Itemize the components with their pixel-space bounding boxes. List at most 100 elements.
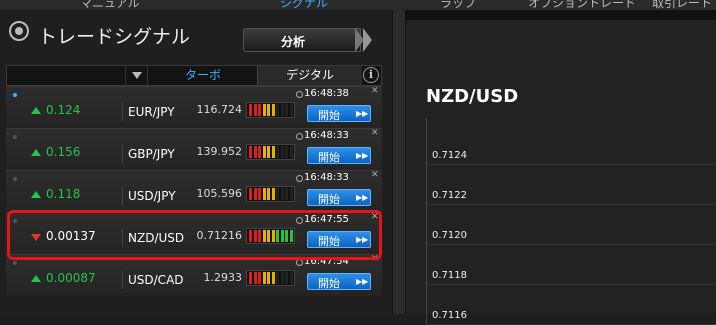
chart-panel: NZD/USD 0.7124 0.7122 0.7120 0.7118 0.7116 <box>406 10 716 325</box>
strength-bar <box>280 146 284 158</box>
strength-bar <box>285 146 288 158</box>
start-button[interactable]: 開始 ▶▶ <box>307 147 371 164</box>
strength-bar <box>262 272 266 284</box>
analyze-button[interactable]: 分析 <box>243 28 373 52</box>
tab-turbo[interactable]: ターボ <box>147 66 258 85</box>
grid-line <box>427 284 716 285</box>
signal-row-usd-cad[interactable]: 0.00087 USD/CAD 1.2933 16:47:54 ✕ 開始 ▶▶ <box>6 254 382 296</box>
strength-bar <box>267 104 270 116</box>
arrow-up-icon <box>31 275 41 282</box>
status-dot <box>13 93 17 97</box>
strength-bar <box>258 272 261 284</box>
strength-bar <box>271 146 275 158</box>
grid-line <box>427 204 716 205</box>
price-value: 1.2933 <box>203 271 243 284</box>
fast-forward-icon: ▶▶ <box>356 151 369 160</box>
strength-bar <box>258 104 261 116</box>
strength-bar <box>276 104 279 116</box>
chart-symbol: NZD/USD <box>426 86 519 107</box>
clock-icon <box>296 175 303 182</box>
strength-meter <box>246 186 295 202</box>
strength-bar <box>271 272 275 284</box>
signal-icon <box>9 21 29 41</box>
chart-plot-area[interactable]: 0.7124 0.7122 0.7120 0.7118 0.7116 <box>426 118 716 325</box>
filter-dropdown[interactable] <box>125 66 148 85</box>
strength-bar <box>249 104 252 116</box>
change-value: 0.118 <box>46 187 81 201</box>
start-label: 開始 <box>318 151 340 164</box>
start-button[interactable]: 開始 ▶▶ <box>307 105 371 122</box>
currency-pair: GBP/JPY <box>122 145 196 163</box>
strength-bar <box>276 188 279 200</box>
close-icon[interactable]: ✕ <box>371 128 379 138</box>
info-icon[interactable]: i <box>363 67 379 83</box>
price-value: 105.596 <box>196 187 243 200</box>
strength-bar <box>280 272 284 284</box>
signal-row-eur-jpy[interactable]: 0.124 EUR/JPY 116.724 16:48:38 ✕ 開始 ▶▶ <box>6 86 382 128</box>
arrow-up-icon <box>31 149 41 156</box>
selected-row-highlight <box>7 210 382 260</box>
signal-row-gbp-jpy[interactable]: 0.156 GBP/JPY 139.952 16:48:33 ✕ 開始 ▶▶ <box>6 128 382 170</box>
signal-header: ターボ デジタル i <box>6 65 382 86</box>
analyze-label: 分析 <box>280 35 305 49</box>
arrow-up-icon <box>31 107 41 114</box>
strength-bar <box>258 146 261 158</box>
strength-bar <box>271 104 275 116</box>
y-tick-label: 0.7116 <box>432 310 467 321</box>
strength-bar <box>249 188 252 200</box>
strength-bar <box>262 188 266 200</box>
strength-bar <box>276 146 279 158</box>
strength-bar <box>253 272 257 284</box>
strength-bar <box>253 104 257 116</box>
start-label: 開始 <box>318 277 340 290</box>
change-value: 0.124 <box>46 103 81 117</box>
currency-pair: EUR/JPY <box>122 103 196 121</box>
currency-pair: USD/CAD <box>122 271 196 289</box>
strength-bar <box>249 146 252 158</box>
signal-time: 16:48:38 <box>304 88 349 99</box>
panel-divider[interactable] <box>392 10 406 314</box>
strength-bar <box>253 146 257 158</box>
strength-meter <box>246 270 295 286</box>
strength-bar <box>285 104 288 116</box>
clock-icon <box>296 91 303 98</box>
clock-icon <box>296 133 303 140</box>
tab-digital[interactable]: デジタル <box>257 66 362 85</box>
fast-forward-icon: ▶▶ <box>356 193 369 202</box>
close-icon[interactable]: ✕ <box>371 170 379 180</box>
arrow-up-icon <box>31 191 41 198</box>
strength-meter <box>246 144 295 160</box>
grid-line <box>427 244 716 245</box>
top-tab-bar: マニュアル シグナル ラップ オプショントレード 取引レート <box>0 0 716 10</box>
strength-bar <box>276 272 279 284</box>
currency-pair: USD/JPY <box>122 187 196 205</box>
close-icon[interactable]: ✕ <box>371 86 379 96</box>
strength-bar <box>249 272 252 284</box>
strength-bar <box>253 188 257 200</box>
price-value: 139.952 <box>196 145 243 158</box>
panel-title: トレードシグナル <box>38 26 191 48</box>
start-button[interactable]: 開始 ▶▶ <box>307 273 371 290</box>
change-value: 0.00087 <box>46 271 96 285</box>
strength-meter <box>246 102 295 118</box>
start-button[interactable]: 開始 ▶▶ <box>307 189 371 206</box>
status-dot <box>13 177 17 181</box>
status-dot <box>13 261 17 265</box>
fast-forward-icon: ▶▶ <box>356 277 369 286</box>
strength-bar <box>289 272 293 284</box>
clock-icon <box>296 259 303 266</box>
chart-tab-strip <box>406 10 716 20</box>
y-tick-label: 0.7122 <box>432 190 467 201</box>
status-dot <box>13 135 17 139</box>
start-label: 開始 <box>318 109 340 122</box>
strength-bar <box>285 272 288 284</box>
strength-bar <box>280 104 284 116</box>
chevron-down-icon <box>132 72 142 79</box>
y-tick-label: 0.7124 <box>432 150 467 161</box>
strength-bar <box>267 272 270 284</box>
fast-forward-icon: ▶▶ <box>356 109 369 118</box>
strength-bar <box>280 188 284 200</box>
strength-bar <box>262 104 266 116</box>
y-tick-label: 0.7118 <box>432 270 467 281</box>
signal-row-usd-jpy[interactable]: 0.118 USD/JPY 105.596 16:48:33 ✕ 開始 ▶▶ <box>6 170 382 212</box>
